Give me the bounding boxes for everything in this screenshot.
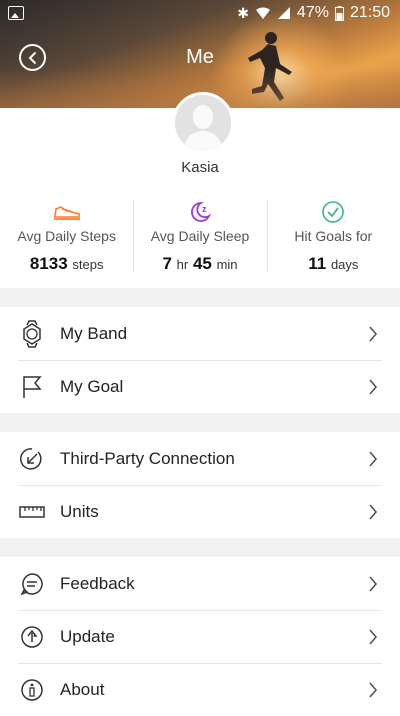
stat-steps-label: Avg Daily Steps: [17, 228, 116, 244]
sneaker-icon: [53, 206, 80, 220]
stat-steps[interactable]: Avg Daily Steps 8133 steps: [0, 200, 133, 280]
menu-group-support: Feedback Update About: [0, 557, 400, 716]
menu-item-about[interactable]: About: [0, 663, 400, 716]
chevron-right-icon: [369, 378, 378, 395]
chevron-right-icon: [369, 681, 378, 698]
stats-summary: Avg Daily Steps 8133 steps z Avg Daily S…: [0, 200, 400, 280]
watch-icon: [23, 319, 41, 348]
battery-icon: [334, 5, 344, 21]
chevron-right-icon: [369, 503, 378, 520]
upload-icon: [21, 625, 43, 648]
menu-item-label: My Goal: [60, 376, 124, 396]
chevron-right-icon: [369, 450, 378, 467]
page-title: Me: [186, 46, 214, 68]
stat-sleep-label: Avg Daily Sleep: [150, 228, 250, 244]
menu-item-third-party-connection[interactable]: Third-Party Connection: [0, 432, 400, 485]
stat-goals[interactable]: Hit Goals for 11 days: [266, 200, 400, 280]
svg-text:z: z: [202, 204, 207, 214]
stat-sleep-hours: 7: [162, 254, 172, 273]
menu-item-my-band[interactable]: My Band: [0, 307, 400, 360]
profile-card: Kasia Avg Daily Steps 8133 steps z Avg D…: [0, 92, 400, 288]
clock: 21:50: [349, 4, 390, 21]
menu-item-label: Update: [60, 626, 115, 646]
info-icon: [21, 678, 43, 701]
chat-icon: [20, 572, 43, 595]
wifi-icon: [255, 7, 270, 19]
chevron-right-icon: [369, 575, 378, 592]
user-name: Kasia: [181, 159, 219, 176]
default-avatar-icon: [175, 95, 231, 151]
menu-group-settings: Third-Party Connection Units: [0, 432, 400, 538]
gallery-notification-icon: [8, 6, 24, 20]
menu-item-label: Feedback: [60, 573, 135, 593]
menu-item-units[interactable]: Units: [0, 485, 400, 538]
stat-sleep-minutes: 45: [192, 254, 212, 273]
menu-group-device: My Band My Goal: [0, 307, 400, 413]
stat-steps-value: 8133: [29, 254, 68, 273]
chevron-right-icon: [369, 325, 378, 342]
menu-item-label: Third-Party Connection: [60, 448, 235, 468]
moon-sleep-icon: z: [191, 202, 212, 222]
menu-item-label: About: [60, 679, 105, 699]
bluetooth-icon: ✱: [237, 4, 249, 21]
battery-percent: 47%: [296, 4, 329, 21]
stat-goals-unit: days: [330, 257, 359, 272]
stat-sleep-minutes-unit: min: [216, 257, 238, 272]
menu-item-feedback[interactable]: Feedback: [0, 557, 400, 610]
menu-item-my-goal[interactable]: My Goal: [0, 360, 400, 413]
chevron-right-icon: [369, 628, 378, 645]
stat-sleep-hours-unit: hr: [176, 257, 189, 272]
stat-steps-unit: steps: [72, 257, 104, 272]
menu-item-label: Units: [60, 501, 99, 521]
link-arrow-icon: [20, 447, 42, 470]
status-bar: ✱ 47% 21:50: [0, 0, 400, 26]
check-circle-icon: [322, 201, 345, 223]
stat-goals-label: Hit Goals for: [294, 228, 373, 244]
menu-item-update[interactable]: Update: [0, 610, 400, 663]
menu-item-label: My Band: [60, 323, 128, 343]
stat-goals-value: 11: [308, 254, 327, 273]
avatar[interactable]: [172, 92, 234, 154]
ruler-icon: [19, 505, 45, 518]
flag-icon: [23, 375, 42, 398]
stat-sleep[interactable]: z Avg Daily Sleep 7 hr 45 min: [133, 200, 266, 280]
signal-icon: [277, 7, 290, 19]
